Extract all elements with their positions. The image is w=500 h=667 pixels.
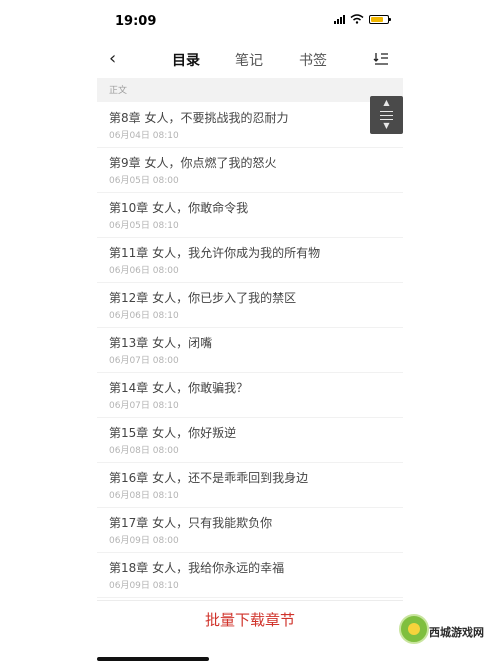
phone-screen: 19:09 ‹ 目录 笔记 书签 正文 第8章 女人，不要挑战我的忍耐力 06月…: [97, 0, 403, 667]
chapter-date: 06月06日 08:10: [109, 311, 179, 321]
chapter-date: 06月09日 08:10: [109, 581, 179, 591]
batch-download-button[interactable]: 批量下载章节: [97, 609, 403, 630]
chapter-title: 第18章 女人，我给你永远的幸福: [109, 561, 285, 575]
bottom-bar: 批量下载章节: [97, 600, 403, 641]
battery-icon: [369, 14, 391, 24]
chapter-title: 第16章 女人，还不是乖乖回到我身边: [109, 471, 309, 485]
tab-toc[interactable]: 目录: [172, 50, 200, 70]
chapter-title: 第13章 女人，闭嘴: [109, 336, 213, 350]
chapter-item[interactable]: 第18章 女人，我给你永远的幸福 06月09日 08:10: [97, 553, 403, 598]
chapter-item[interactable]: 第17章 女人，只有我能欺负你 06月09日 08:00: [97, 508, 403, 553]
chapter-date: 06月08日 08:00: [109, 446, 179, 456]
download-sort-icon[interactable]: [373, 50, 389, 66]
caret-up-icon: ▲: [383, 98, 390, 107]
chapter-title: 第14章 女人，你敢骗我？: [109, 381, 249, 395]
home-indicator[interactable]: [97, 657, 209, 661]
status-icons: [334, 14, 391, 24]
chapter-title: 第17章 女人，只有我能欺负你: [109, 516, 273, 530]
chapter-title: 第11章 女人，我允许你成为我的所有物: [109, 246, 321, 260]
chapter-item[interactable]: 第12章 女人，你已步入了我的禁区 06月06日 08:10: [97, 283, 403, 328]
chapter-item[interactable]: 第16章 女人，还不是乖乖回到我身边 06月08日 08:10: [97, 463, 403, 508]
chapter-date: 06月05日 08:00: [109, 176, 179, 186]
chapter-date: 06月07日 08:00: [109, 356, 179, 366]
tab-bookmarks[interactable]: 书签: [299, 50, 327, 70]
chapter-item[interactable]: 第8章 女人，不要挑战我的忍耐力 06月04日 08:10: [97, 103, 403, 148]
chapter-date: 06月04日 08:10: [109, 131, 179, 141]
chapter-title: 第10章 女人，你敢命令我: [109, 201, 249, 215]
drag-lines-icon: [380, 111, 393, 120]
signal-icon: [334, 14, 345, 24]
chapter-date: 06月08日 08:10: [109, 491, 179, 501]
back-chevron-icon[interactable]: ‹: [109, 48, 116, 69]
chapter-list: 第8章 女人，不要挑战我的忍耐力 06月04日 08:10 第9章 女人，你点燃…: [97, 103, 403, 598]
chapter-item[interactable]: 第13章 女人，闭嘴 06月07日 08:00: [97, 328, 403, 373]
chapter-date: 06月07日 08:10: [109, 401, 179, 411]
watermark: 西城游戏网: [393, 610, 500, 667]
chapter-item[interactable]: 第10章 女人，你敢命令我 06月05日 08:10: [97, 193, 403, 238]
chapter-date: 06月09日 08:00: [109, 536, 179, 546]
chapter-date: 06月06日 08:00: [109, 266, 179, 276]
chapter-title: 第12章 女人，你已步入了我的禁区: [109, 291, 297, 305]
chapter-title: 第9章 女人，你点燃了我的怒火: [109, 156, 277, 170]
chapter-item[interactable]: 第14章 女人，你敢骗我？ 06月07日 08:10: [97, 373, 403, 418]
chapter-item[interactable]: 第9章 女人，你点燃了我的怒火 06月05日 08:00: [97, 148, 403, 193]
section-label: 正文: [109, 86, 128, 96]
scroll-handle[interactable]: ▲ ▼: [370, 96, 403, 134]
status-time: 19:09: [115, 14, 157, 29]
tab-notes[interactable]: 笔记: [235, 50, 263, 70]
watermark-text: 西城游戏网: [429, 626, 484, 639]
section-header: 正文: [97, 78, 403, 102]
top-nav: ‹ 目录 笔记 书签: [97, 44, 403, 76]
chapter-title: 第8章 女人，不要挑战我的忍耐力: [109, 111, 289, 125]
chapter-item[interactable]: 第15章 女人，你好叛逆 06月08日 08:00: [97, 418, 403, 463]
watermark-logo-icon: [399, 614, 429, 644]
caret-down-icon: ▼: [383, 121, 390, 130]
chapter-item[interactable]: 第11章 女人，我允许你成为我的所有物 06月06日 08:00: [97, 238, 403, 283]
chapter-date: 06月05日 08:10: [109, 221, 179, 231]
status-bar: 19:09: [97, 0, 403, 44]
chapter-title: 第15章 女人，你好叛逆: [109, 426, 237, 440]
wifi-icon: [350, 14, 364, 24]
